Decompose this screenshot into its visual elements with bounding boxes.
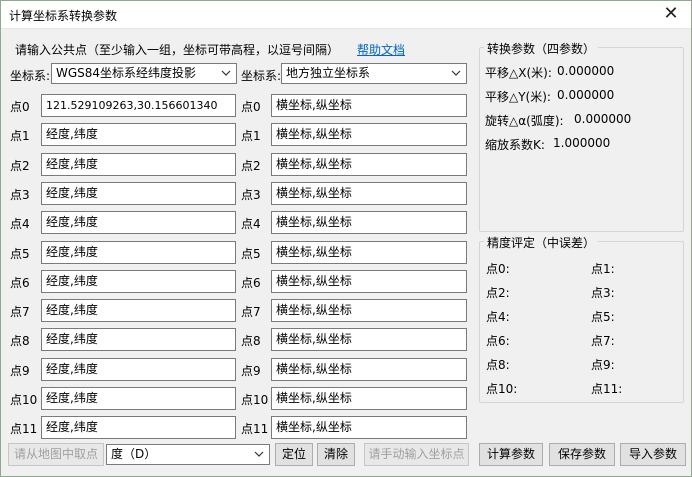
source-point-label: 点3 bbox=[10, 188, 30, 202]
target-point-input[interactable]: 横坐标,纵坐标 bbox=[271, 299, 467, 322]
import-params-button[interactable]: 导入参数 bbox=[620, 443, 686, 466]
target-point-label: 点2 bbox=[241, 159, 261, 173]
accuracy-item: 点2: bbox=[486, 286, 510, 300]
target-point-label: 点3 bbox=[241, 188, 261, 202]
target-point-input[interactable]: 横坐标,纵坐标 bbox=[271, 416, 467, 439]
accuracy-title: 精度评定（中误差） bbox=[484, 234, 599, 251]
target-point-label: 点5 bbox=[241, 247, 261, 261]
help-link[interactable]: 帮助文档 bbox=[357, 41, 405, 58]
source-point-input[interactable]: 经度,纬度 bbox=[41, 328, 236, 351]
locate-button[interactable]: 定位 bbox=[275, 443, 313, 466]
accuracy-item: 点6: bbox=[486, 334, 510, 348]
source-point-label: 点10 bbox=[10, 393, 38, 407]
close-icon[interactable]: ✕ bbox=[661, 4, 681, 24]
shift-x-label: 平移△X(米): bbox=[485, 66, 552, 80]
target-crs-label: 坐标系: bbox=[241, 69, 282, 83]
scale-value: 1.000000 bbox=[553, 136, 611, 150]
accuracy-item: 点8: bbox=[486, 358, 510, 372]
clear-button[interactable]: 清除 bbox=[317, 443, 355, 466]
target-point-label: 点1 bbox=[241, 129, 261, 143]
target-point-label: 点6 bbox=[241, 276, 261, 290]
target-point-input[interactable]: 横坐标,纵坐标 bbox=[271, 241, 467, 264]
accuracy-item: 点1: bbox=[591, 262, 615, 276]
shift-y-label: 平移△Y(米): bbox=[485, 90, 551, 104]
target-point-input[interactable]: 横坐标,纵坐标 bbox=[271, 153, 467, 176]
accuracy-item: 点11: bbox=[591, 382, 623, 396]
window-title: 计算坐标系转换参数 bbox=[9, 9, 118, 23]
source-point-label: 点5 bbox=[10, 247, 30, 261]
target-point-input[interactable]: 横坐标,纵坐标 bbox=[271, 270, 467, 293]
target-point-label: 点7 bbox=[241, 305, 261, 319]
target-point-label: 点8 bbox=[241, 334, 261, 348]
chevron-down-icon bbox=[254, 451, 264, 457]
accuracy-item: 点7: bbox=[591, 334, 615, 348]
source-point-input[interactable]: 121.529109263,30.156601340 bbox=[41, 94, 236, 117]
unit-select[interactable]: 度（D） bbox=[106, 444, 270, 465]
title-bar: 计算坐标系转换参数 ✕ bbox=[1, 1, 691, 29]
source-point-input[interactable]: 经度,纬度 bbox=[41, 270, 236, 293]
source-point-input[interactable]: 经度,纬度 bbox=[41, 211, 236, 234]
source-point-label: 点7 bbox=[10, 305, 30, 319]
source-point-label: 点11 bbox=[10, 422, 38, 436]
instruction-text: 请输入公共点（至少输入一组，坐标可带高程，以逗号间隔） bbox=[15, 43, 340, 57]
target-point-input[interactable]: 横坐标,纵坐标 bbox=[271, 358, 467, 381]
accuracy-item: 点5: bbox=[591, 310, 615, 324]
target-point-label: 点10 bbox=[241, 393, 269, 407]
target-point-input[interactable]: 横坐标,纵坐标 bbox=[271, 182, 467, 205]
chevron-down-icon bbox=[221, 70, 231, 76]
source-point-input[interactable]: 经度,纬度 bbox=[41, 182, 236, 205]
source-point-label: 点2 bbox=[10, 159, 30, 173]
dialog-window: 计算坐标系转换参数 ✕ 请输入公共点（至少输入一组，坐标可带高程，以逗号间隔） … bbox=[0, 0, 692, 477]
unit-value: 度（D） bbox=[111, 447, 157, 461]
source-point-label: 点4 bbox=[10, 217, 30, 231]
accuracy-item: 点4: bbox=[486, 310, 510, 324]
scale-label: 缩放系数K: bbox=[485, 138, 545, 152]
manual-input-button[interactable]: 请手动输入坐标点 bbox=[364, 443, 469, 466]
target-point-input[interactable]: 横坐标,纵坐标 bbox=[271, 211, 467, 234]
source-point-input[interactable]: 经度,纬度 bbox=[41, 123, 236, 146]
source-point-label: 点8 bbox=[10, 334, 30, 348]
source-point-input[interactable]: 经度,纬度 bbox=[41, 416, 236, 439]
rotation-value: 0.000000 bbox=[574, 112, 632, 126]
target-point-input[interactable]: 横坐标,纵坐标 bbox=[271, 123, 467, 146]
rotation-label: 旋转△α(弧度): bbox=[485, 114, 564, 128]
accuracy-item: 点3: bbox=[591, 286, 615, 300]
target-point-label: 点4 bbox=[241, 217, 261, 231]
target-crs-value: 地方独立坐标系 bbox=[286, 66, 371, 80]
accuracy-item: 点10: bbox=[486, 382, 518, 396]
source-crs-value: WGS84坐标系经纬度投影 bbox=[56, 66, 197, 80]
source-point-label: 点9 bbox=[10, 364, 30, 378]
accuracy-item: 点0: bbox=[486, 262, 510, 276]
target-crs-select[interactable]: 地方独立坐标系 bbox=[281, 63, 467, 84]
source-point-input[interactable]: 经度,纬度 bbox=[41, 153, 236, 176]
source-point-input[interactable]: 经度,纬度 bbox=[41, 387, 236, 410]
map-pick-button[interactable]: 请从地图中取点 bbox=[8, 443, 104, 466]
source-point-label: 点1 bbox=[10, 129, 30, 143]
compute-params-button[interactable]: 计算参数 bbox=[479, 443, 543, 466]
save-params-button[interactable]: 保存参数 bbox=[549, 443, 615, 466]
accuracy-item: 点9: bbox=[591, 358, 615, 372]
source-point-input[interactable]: 经度,纬度 bbox=[41, 299, 236, 322]
params-title: 转换参数（四参数） bbox=[484, 40, 599, 57]
target-point-input[interactable]: 横坐标,纵坐标 bbox=[271, 328, 467, 351]
source-crs-select[interactable]: WGS84坐标系经纬度投影 bbox=[51, 63, 237, 84]
accuracy-group bbox=[479, 241, 684, 403]
chevron-down-icon bbox=[451, 70, 461, 76]
source-point-input[interactable]: 经度,纬度 bbox=[41, 241, 236, 264]
target-point-input[interactable]: 横坐标,纵坐标 bbox=[271, 387, 467, 410]
shift-y-value: 0.000000 bbox=[557, 88, 615, 102]
source-point-label: 点6 bbox=[10, 276, 30, 290]
source-crs-label: 坐标系: bbox=[10, 69, 51, 83]
target-point-label: 点0 bbox=[241, 100, 261, 114]
target-point-label: 点11 bbox=[241, 422, 269, 436]
target-point-label: 点9 bbox=[241, 364, 261, 378]
source-point-label: 点0 bbox=[10, 100, 30, 114]
target-point-input[interactable]: 横坐标,纵坐标 bbox=[271, 94, 467, 117]
source-point-input[interactable]: 经度,纬度 bbox=[41, 358, 236, 381]
shift-x-value: 0.000000 bbox=[557, 64, 615, 78]
